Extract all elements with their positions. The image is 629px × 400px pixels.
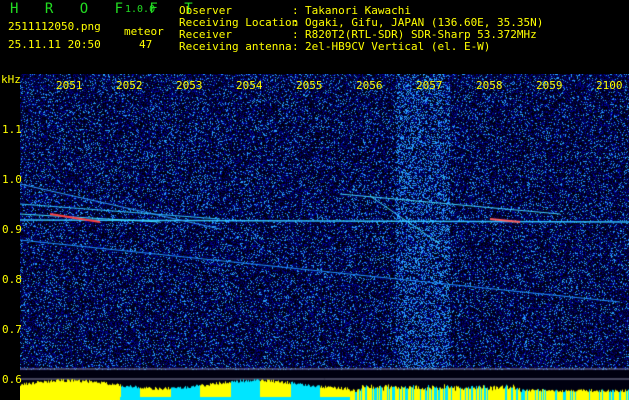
x-tick-label: 2057 <box>416 79 443 92</box>
x-tick-label: 2054 <box>236 79 263 92</box>
x-tick-label: 2059 <box>536 79 563 92</box>
y-tick-label: 0.8 <box>2 273 22 286</box>
y-tick-label: 0.7 <box>2 323 22 336</box>
app-version: 1.0.0 <box>125 4 156 15</box>
x-tick-label: 2051 <box>56 79 83 92</box>
y-tick-label: 1.1 <box>2 123 22 136</box>
y-tick-label: 0.6 <box>2 373 22 386</box>
file-name: 2511112050.png <box>8 20 101 33</box>
meteor-count: 47 <box>139 38 153 51</box>
x-tick-label: 2053 <box>176 79 203 92</box>
spectrogram <box>20 74 629 400</box>
x-tick-label: 2058 <box>476 79 503 92</box>
x-tick-label: 2100 <box>596 79 623 92</box>
app-logo: H R O F F T <box>10 1 202 17</box>
info-value: 2el-HB9CV Vertical (el. E-W) <box>305 40 491 53</box>
y-tick-label: 0.9 <box>2 223 22 236</box>
y-axis-unit: kHz <box>1 73 21 86</box>
x-tick-label: 2056 <box>356 79 383 92</box>
x-tick-label: 2052 <box>116 79 143 92</box>
info-label: Receiving antenna <box>179 40 292 53</box>
x-tick-label: 2055 <box>296 79 323 92</box>
meteor-label: meteor <box>124 25 164 38</box>
info-sep: : <box>292 40 299 53</box>
datetime: 25.11.11 20:50 <box>8 38 101 51</box>
y-tick-label: 1.0 <box>2 173 22 186</box>
